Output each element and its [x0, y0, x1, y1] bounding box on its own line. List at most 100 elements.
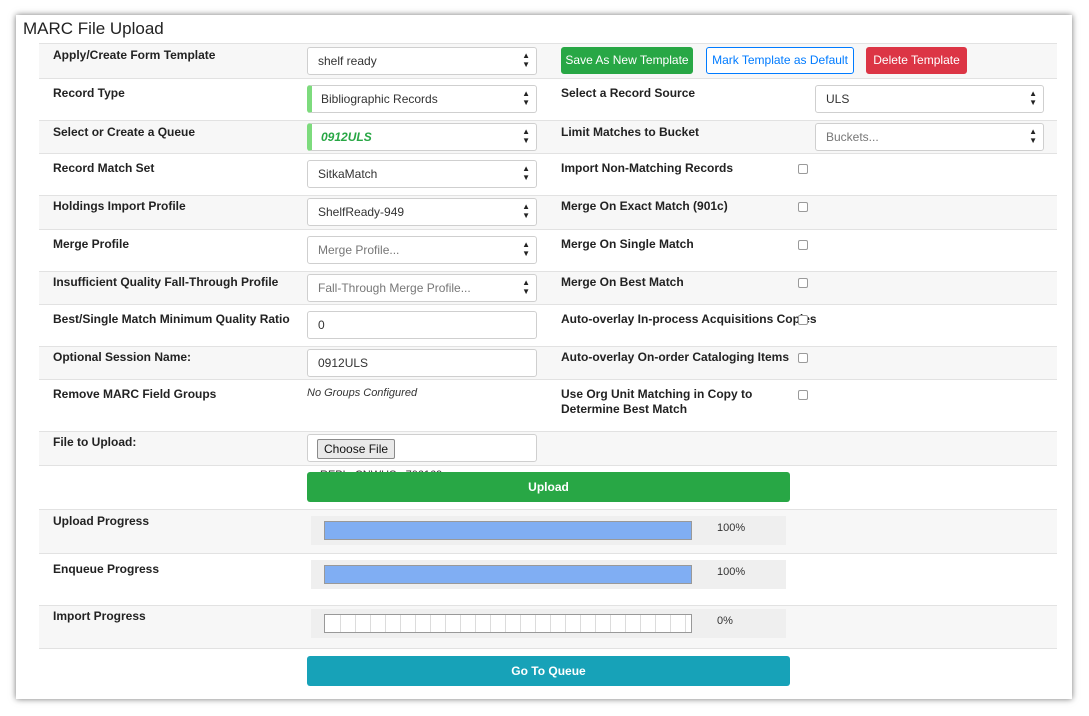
- progress-segment: [475, 615, 476, 632]
- enqueue-progress-row: Enqueue Progress 100%: [39, 553, 1057, 605]
- select-arrows-icon: ▲ ▼: [522, 89, 530, 107]
- file-input[interactable]: Choose File REPL_CNWHS...706169.mrc: [307, 434, 537, 481]
- match-set-select[interactable]: SitkaMatch ▲ ▼: [307, 160, 537, 188]
- template-row: Apply/Create Form Template shelf ready ▲…: [39, 43, 1057, 78]
- page-title: MARC File Upload: [23, 19, 164, 38]
- min-ratio-row: Best/Single Match Minimum Quality Ratio …: [39, 304, 1057, 346]
- progress-segment: [445, 615, 446, 632]
- delete-template-button[interactable]: Delete Template: [866, 47, 967, 74]
- progress-segment: [670, 615, 671, 632]
- upload-progress-label: Upload Progress: [53, 514, 150, 528]
- template-label: Apply/Create Form Template: [53, 48, 216, 62]
- save-template-button[interactable]: Save As New Template: [561, 47, 693, 74]
- progress-segment: [355, 615, 356, 632]
- queue-label: Select or Create a Queue: [53, 125, 196, 139]
- overlay-acq-label: Auto-overlay In-process Acquisitions Cop…: [561, 312, 817, 326]
- progress-segment: [415, 615, 416, 632]
- go-queue-row: Go To Queue: [39, 648, 1057, 692]
- progress-segment: [655, 615, 656, 632]
- upload-progress-fill: [325, 522, 691, 539]
- upload-button[interactable]: Upload: [307, 472, 790, 502]
- enqueue-progress-fill: [325, 566, 691, 583]
- upload-progress-row: Upload Progress 100%: [39, 509, 1057, 553]
- merge-single-checkbox[interactable]: [798, 240, 808, 250]
- progress-segment: [370, 615, 371, 632]
- merge-profile-select[interactable]: Merge Profile... ▲ ▼: [307, 236, 537, 264]
- import-progress-row: Import Progress 0%: [39, 605, 1057, 648]
- progress-segment: [505, 615, 506, 632]
- import-progress-label: Import Progress: [53, 609, 146, 623]
- overlay-cat-checkbox[interactable]: [798, 353, 808, 363]
- fallthrough-placeholder: Fall-Through Merge Profile...: [318, 281, 471, 295]
- match-set-label: Record Match Set: [53, 161, 155, 175]
- progress-segment: [400, 615, 401, 632]
- progress-segment: [460, 615, 461, 632]
- merge-best-checkbox[interactable]: [798, 278, 808, 288]
- merge-profile-label: Merge Profile: [53, 237, 130, 251]
- record-source-select[interactable]: ULS ▲ ▼: [815, 85, 1044, 113]
- default-template-button[interactable]: Mark Template as Default: [706, 47, 854, 74]
- go-to-queue-button[interactable]: Go To Queue: [307, 656, 790, 686]
- min-ratio-label: Best/Single Match Minimum Quality Ratio: [53, 312, 290, 326]
- progress-segment: [625, 615, 626, 632]
- template-select[interactable]: shelf ready ▲ ▼: [307, 47, 537, 75]
- select-arrows-icon: ▲ ▼: [522, 202, 530, 220]
- holdings-row: Holdings Import Profile ShelfReady-949 ▲…: [39, 195, 1057, 229]
- fallthrough-label: Insufficient Quality Fall-Through Profil…: [53, 275, 279, 289]
- enqueue-progress-label: Enqueue Progress: [53, 562, 160, 576]
- progress-segment: [580, 615, 581, 632]
- bucket-select[interactable]: Buckets... ▲ ▼: [815, 123, 1044, 151]
- fallthrough-select[interactable]: Fall-Through Merge Profile... ▲ ▼: [307, 274, 537, 302]
- template-select-value: shelf ready: [318, 54, 377, 68]
- record-source-label: Select a Record Source: [561, 86, 696, 100]
- progress-segment: [565, 615, 566, 632]
- org-unit-checkbox[interactable]: [798, 390, 808, 400]
- progress-segment: [685, 615, 686, 632]
- import-progress-area: 0%: [311, 609, 786, 638]
- session-label: Optional Session Name:: [53, 350, 192, 364]
- overlay-acq-checkbox[interactable]: [798, 315, 808, 325]
- progress-segment: [595, 615, 596, 632]
- queue-select[interactable]: 0912ULS ▲ ▼: [307, 123, 537, 151]
- import-non-matching-checkbox[interactable]: [798, 164, 808, 174]
- progress-segment: [550, 615, 551, 632]
- field-groups-row: Remove MARC Field Groups No Groups Confi…: [39, 379, 1057, 431]
- progress-segment: [610, 615, 611, 632]
- upload-progress-bar: [324, 521, 692, 540]
- upload-progress-text: 100%: [717, 522, 746, 534]
- min-ratio-input[interactable]: 0: [307, 311, 537, 339]
- merge-exact-label: Merge On Exact Match (901c): [561, 199, 728, 213]
- session-row: Optional Session Name: 0912ULS Auto-over…: [39, 346, 1057, 379]
- import-progress-text: 0%: [717, 615, 733, 627]
- enqueue-progress-text: 100%: [717, 566, 746, 578]
- holdings-label: Holdings Import Profile: [53, 199, 186, 213]
- queue-value: 0912ULS: [321, 130, 372, 144]
- select-arrows-icon: ▲ ▼: [522, 278, 530, 296]
- progress-segment: [385, 615, 386, 632]
- record-type-row: Record Type Bibliographic Records ▲ ▼ Sel…: [39, 78, 1057, 120]
- match-set-value: SitkaMatch: [318, 167, 378, 181]
- field-groups-label: Remove MARC Field Groups: [53, 387, 217, 401]
- record-source-value: ULS: [826, 92, 850, 106]
- marc-upload-panel: MARC File Upload Apply/Create Form Templ…: [16, 15, 1072, 699]
- select-arrows-icon: ▲ ▼: [522, 127, 530, 145]
- select-arrows-icon: ▲ ▼: [1029, 127, 1037, 145]
- choose-file-button[interactable]: Choose File: [317, 438, 396, 459]
- holdings-select[interactable]: ShelfReady-949 ▲ ▼: [307, 198, 537, 226]
- match-set-row: Record Match Set SitkaMatch ▲ ▼ Import No…: [39, 153, 1057, 195]
- bucket-placeholder: Buckets...: [826, 130, 879, 144]
- record-type-value: Bibliographic Records: [321, 92, 438, 106]
- merge-profile-row: Merge Profile Merge Profile... ▲ ▼ Merge …: [39, 229, 1057, 271]
- fallthrough-row: Insufficient Quality Fall-Through Profil…: [39, 271, 1057, 304]
- progress-segment: [490, 615, 491, 632]
- progress-segment: [340, 615, 341, 632]
- enqueue-progress-bar: [324, 565, 692, 584]
- upload-progress-area: 100%: [311, 516, 786, 545]
- merge-exact-checkbox[interactable]: [798, 202, 808, 212]
- bucket-label: Limit Matches to Bucket: [561, 125, 700, 139]
- record-type-select[interactable]: Bibliographic Records ▲ ▼: [307, 85, 537, 113]
- enqueue-progress-area: 100%: [311, 560, 786, 589]
- session-name-input[interactable]: 0912ULS: [307, 349, 537, 377]
- merge-best-label: Merge On Best Match: [561, 275, 684, 289]
- merge-single-label: Merge On Single Match: [561, 237, 694, 251]
